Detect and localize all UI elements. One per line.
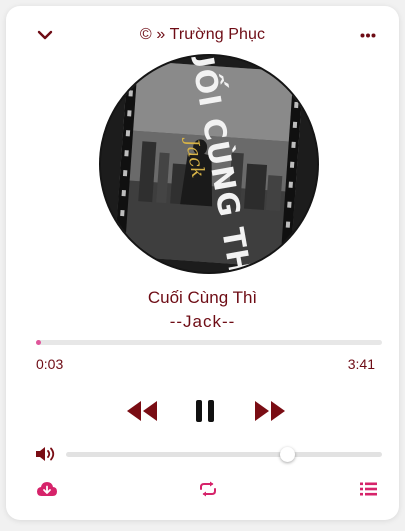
song-artist: --Jack--	[169, 312, 236, 331]
repeat-icon	[200, 481, 216, 497]
current-time: 0:03	[36, 356, 64, 372]
previous-button[interactable]	[124, 396, 160, 426]
cloud-download-icon	[37, 482, 57, 496]
next-button[interactable]	[252, 396, 288, 426]
playlist-button[interactable]	[356, 478, 380, 500]
header-title: © » Trường Phục	[139, 26, 266, 43]
music-player-card: © » Trường Phục CUỐI CÙNG THÌ Jack Cuối …	[6, 6, 399, 520]
more-horizontal-icon	[360, 33, 376, 37]
rewind-icon	[127, 401, 157, 421]
album-art: CUỐI CÙNG THÌ Jack	[101, 56, 317, 272]
volume-slider[interactable]	[66, 447, 382, 462]
pause-button[interactable]	[192, 396, 218, 426]
volume-icon	[36, 447, 55, 461]
volume-slider-thumb[interactable]	[280, 447, 296, 462]
more-options-button[interactable]	[356, 24, 380, 46]
volume-button[interactable]	[34, 444, 58, 464]
progress-bar[interactable]	[36, 340, 382, 345]
song-title: Cuối Cùng Thì	[147, 288, 258, 307]
duration: 3:41	[347, 356, 375, 372]
fast-forward-icon	[255, 401, 285, 421]
pause-icon	[196, 400, 214, 422]
download-button[interactable]	[34, 478, 60, 500]
playlist-icon	[359, 482, 377, 496]
progress-fill	[36, 340, 41, 345]
repeat-button[interactable]	[196, 478, 220, 500]
